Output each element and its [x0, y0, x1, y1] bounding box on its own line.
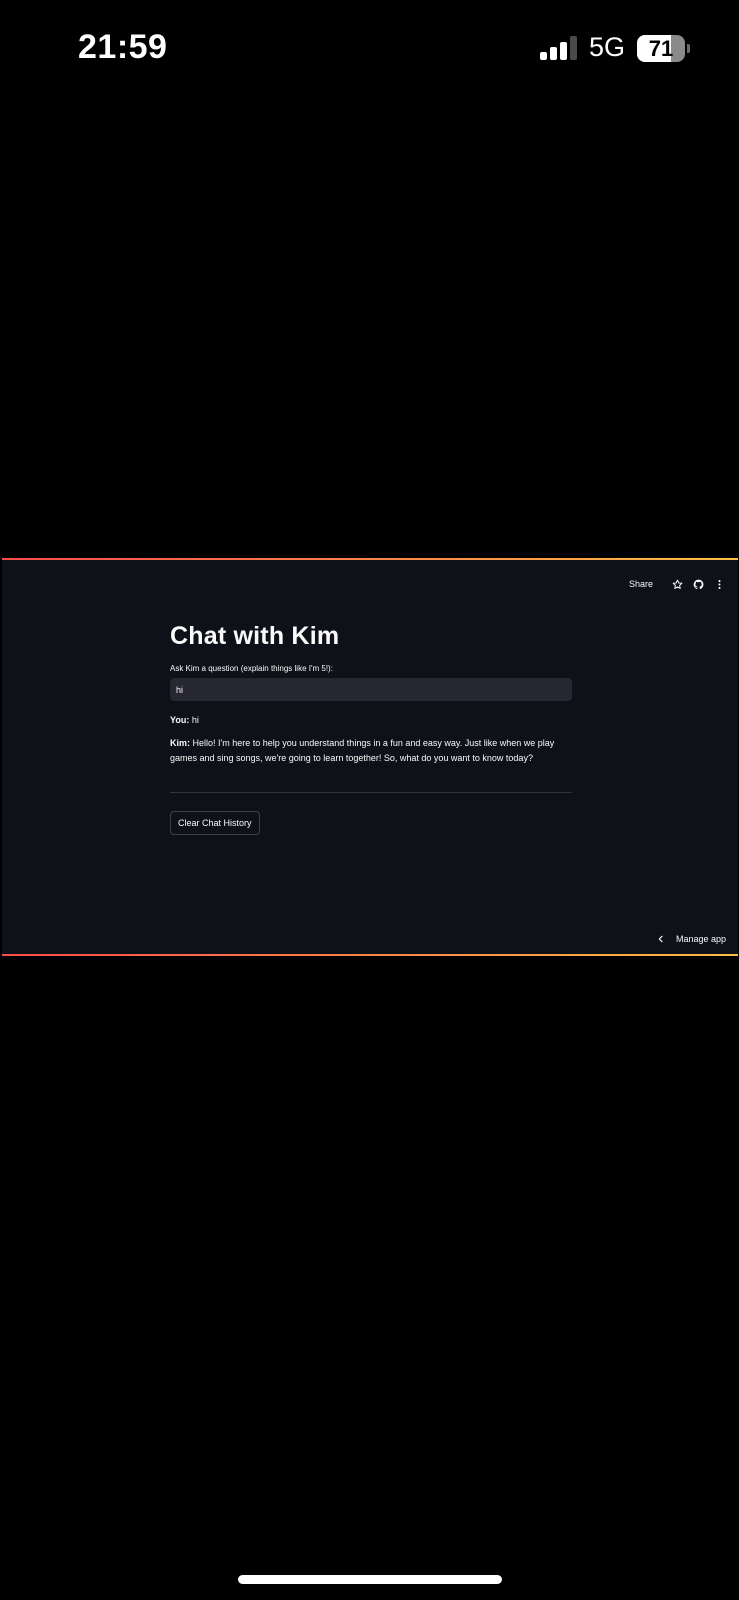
chevron-left-icon: [656, 934, 666, 944]
manage-app-button[interactable]: Manage app: [656, 934, 726, 944]
page-title: Chat with Kim: [170, 622, 340, 650]
chat-message-user: You: hi: [170, 713, 572, 728]
app-toolbar: Share: [629, 574, 726, 594]
divider: [170, 792, 572, 793]
message-text: hi: [189, 715, 199, 725]
message-speaker: Kim:: [170, 738, 190, 748]
battery-icon: 71: [637, 35, 685, 62]
question-input-label: Ask Kim a question (explain things like …: [170, 664, 333, 673]
share-button[interactable]: Share: [629, 579, 653, 589]
clear-chat-history-button[interactable]: Clear Chat History: [170, 811, 260, 835]
message-speaker: You:: [170, 715, 190, 725]
battery-percent: 71: [648, 36, 674, 61]
question-input[interactable]: [170, 678, 572, 701]
home-indicator[interactable]: [238, 1575, 502, 1584]
manage-app-label: Manage app: [675, 934, 726, 944]
cellular-signal-icon: [540, 36, 578, 60]
message-text: Hello! I'm here to help you understand t…: [170, 738, 555, 763]
status-time: 21:59: [78, 28, 168, 66]
star-icon[interactable]: [670, 577, 684, 591]
status-bar: 21:59 5G 71: [0, 0, 739, 100]
main-content: Chat with Kim Ask Kim a question (explai…: [170, 622, 572, 835]
github-icon[interactable]: [691, 577, 705, 591]
chat-message-assistant: Kim: Hello! I'm here to help you underst…: [170, 736, 572, 766]
app-frame: Share Chat with Kim Ask Kim a question (…: [2, 558, 738, 956]
network-type: 5G: [589, 32, 626, 62]
battery-tip: [687, 44, 690, 53]
more-vertical-icon[interactable]: [712, 577, 726, 591]
